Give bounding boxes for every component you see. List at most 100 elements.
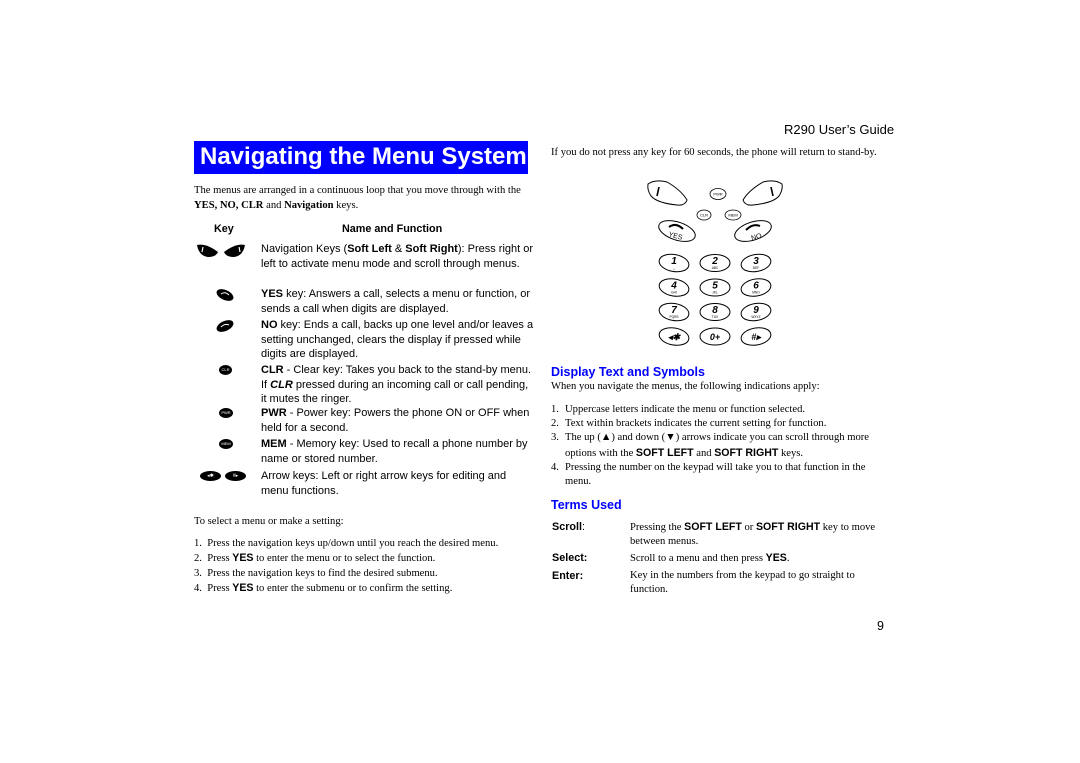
phone-keypad-diagram: PWR CLR MEM YES NO 1␣2ABC3DEF4GHI5JKL6MN… bbox=[647, 180, 783, 346]
term-label: Enter: bbox=[552, 569, 583, 583]
timeout-paragraph: If you do not press any key for 60 secon… bbox=[551, 147, 877, 158]
yes-key-icon bbox=[216, 289, 234, 301]
desc-bold: Soft Right bbox=[405, 243, 458, 255]
step-number: 1. bbox=[194, 538, 202, 549]
soft-right-key bbox=[742, 180, 783, 206]
step-bold: YES bbox=[232, 552, 254, 565]
step-item: 1. Press the navigation keys up/down unt… bbox=[194, 537, 498, 551]
keypad-key-2: 2ABC bbox=[699, 254, 731, 272]
key-icon-wrap bbox=[196, 287, 254, 308]
soft-keys-icon bbox=[196, 242, 254, 263]
mem-key-label: MEM bbox=[728, 213, 737, 218]
text: Uppercase letters indicate the menu or f… bbox=[565, 404, 806, 415]
step-text: Press bbox=[207, 553, 233, 565]
step-item: 3. Press the navigation keys to find the… bbox=[194, 567, 498, 581]
desc-text: key: Ends a call, backs up one level and… bbox=[261, 319, 534, 361]
bold-text: YES bbox=[765, 552, 787, 564]
display-list-item: 2. Text within brackets indicates the cur… bbox=[551, 417, 881, 431]
steps-list: 1. Press the navigation keys up/down unt… bbox=[194, 537, 498, 596]
key-letters-label: DEF bbox=[753, 266, 759, 270]
step-text: Press bbox=[207, 582, 233, 594]
section-title-bar: Navigating the Menu System bbox=[194, 141, 528, 174]
key-description: MEM - Memory key: Used to recall a phone… bbox=[261, 437, 536, 466]
text: keys. bbox=[778, 447, 804, 459]
desc-text: Navigation Keys ( bbox=[261, 243, 348, 255]
key-row-clr: CLR CLR - Clear key: Takes you back to t… bbox=[196, 363, 536, 408]
running-header: R290 User’s Guide bbox=[784, 122, 895, 137]
step-text: Press the navigation keys up/down until … bbox=[207, 538, 499, 549]
display-indications-list: 1. Uppercase letters indicate the menu or… bbox=[551, 403, 881, 489]
clr-key-icon: CLR bbox=[219, 365, 232, 375]
keypad-key-8: 8TUV bbox=[699, 303, 731, 321]
pwr-key-icon: PWR bbox=[219, 408, 233, 418]
text: and bbox=[693, 447, 715, 459]
soft-left-key bbox=[647, 180, 688, 206]
key-letters-label: ␣ bbox=[673, 266, 675, 270]
item-number: 3. bbox=[551, 432, 559, 444]
step-bold: YES bbox=[232, 581, 254, 594]
column-header-key: Key bbox=[214, 223, 234, 235]
bold-text: SOFT LEFT bbox=[684, 521, 742, 533]
display-list-item: 4. Pressing the number on the keypad will… bbox=[551, 461, 881, 489]
keypad-key-10: ◂✱ bbox=[658, 327, 690, 346]
term-definition: Scroll to a menu and then press YES. bbox=[630, 551, 882, 566]
term-row-select: Select: Scroll to a menu and then press … bbox=[552, 551, 882, 567]
step-text: Press the navigation keys to find the de… bbox=[207, 567, 438, 579]
term-row-enter: Enter: Key in the numbers from the keypa… bbox=[552, 569, 882, 599]
key-description: NO key: Ends a call, backs up one level … bbox=[261, 318, 536, 362]
no-key-icon bbox=[216, 320, 234, 332]
select-intro: To select a menu or make a setting: bbox=[194, 516, 344, 527]
clr-key-label: CLR bbox=[700, 213, 708, 218]
desc-text: key: Answers a call, selects a menu or f… bbox=[261, 288, 531, 315]
intro-text: The menus are arranged in a continuous l… bbox=[194, 185, 521, 196]
key-letters-label: TUV bbox=[712, 315, 719, 319]
key-main-label: ◂✱ bbox=[668, 332, 682, 342]
key-description: Navigation Keys (Soft Left & Soft Right)… bbox=[261, 242, 536, 271]
step-item: 4. Press YES to enter the submenu or to … bbox=[194, 581, 498, 596]
display-list-item: 3. The up (▲) and down (▼) arrows indicat… bbox=[551, 431, 881, 460]
key-row-mem: MEM MEM - Memory key: Used to recall a p… bbox=[196, 437, 536, 467]
key-description: PWR - Power key: Powers the phone ON or … bbox=[261, 406, 536, 435]
step-number: 4. bbox=[194, 582, 202, 594]
text: Scroll to a menu and then press bbox=[630, 553, 766, 564]
key-row-arrows: ◂✱ #▸ Arrow keys: Left or right arrow ke… bbox=[196, 469, 536, 499]
bold-text: SOFT RIGHT bbox=[714, 446, 779, 459]
keypad-key-3: 3DEF bbox=[740, 253, 772, 273]
desc-text: & bbox=[391, 243, 406, 255]
key-main-label: #▸ bbox=[751, 332, 762, 342]
desc-bold: YES bbox=[261, 288, 284, 300]
item-number: 2. bbox=[551, 418, 559, 430]
right-arrow-hash-key-icon: #▸ bbox=[225, 471, 246, 481]
keypad-illustration: PWR CLR MEM YES NO 1 ␣ 2 ABC 3 DEF 4 GHI 5 JKL 6 MN… bbox=[645, 178, 785, 358]
key-row-yes: YES key: Answers a call, selects a menu … bbox=[196, 287, 536, 317]
keypad-key-12: #▸ bbox=[740, 327, 772, 346]
term-name: Select: bbox=[552, 552, 588, 564]
term-definition: Key in the numbers from the keypad to go… bbox=[630, 569, 882, 597]
column-header-name-function: Name and Function bbox=[342, 223, 443, 235]
key-description: CLR - Clear key: Takes you back to the s… bbox=[261, 363, 536, 407]
heading-display-text-symbols: Display Text and Symbols bbox=[551, 365, 705, 379]
page-title: Navigating the Menu System bbox=[200, 143, 527, 170]
step-item: 2. Press YES to enter the menu or to sel… bbox=[194, 551, 498, 566]
desc-bold: Soft Left bbox=[347, 243, 392, 255]
key-description: YES key: Answers a call, selects a menu … bbox=[261, 287, 536, 316]
key-letters-label: GHI bbox=[671, 291, 677, 295]
keypad-key-11: 0+ bbox=[699, 327, 731, 346]
intro-paragraph: The menus are arranged in a continuous l… bbox=[194, 184, 539, 213]
text: Text within brackets indicates the curre… bbox=[565, 418, 827, 430]
key-letters-label: MNO bbox=[752, 291, 760, 295]
keypad-key-7: 7PQRS bbox=[658, 302, 690, 322]
intro-text: and bbox=[263, 199, 285, 211]
desc-bold: MEM bbox=[261, 438, 287, 450]
text: Pressing the bbox=[630, 522, 685, 533]
key-row-pwr: PWR PWR - Power key: Powers the phone ON… bbox=[196, 406, 536, 436]
step-text: to enter the submenu or to confirm the s… bbox=[253, 582, 453, 594]
key-letters-label: PQRS bbox=[669, 315, 678, 319]
mem-key-icon: MEM bbox=[219, 439, 233, 449]
keypad-key-1: 1␣ bbox=[658, 253, 690, 273]
display-intro: When you navigate the menus, the followi… bbox=[551, 381, 820, 392]
yes-key bbox=[658, 220, 696, 242]
term-label: Scroll: bbox=[552, 520, 585, 534]
step-text: to enter the menu or to select the funct… bbox=[253, 553, 436, 565]
desc-text: - Power key: Powers the phone ON or OFF … bbox=[261, 407, 530, 434]
